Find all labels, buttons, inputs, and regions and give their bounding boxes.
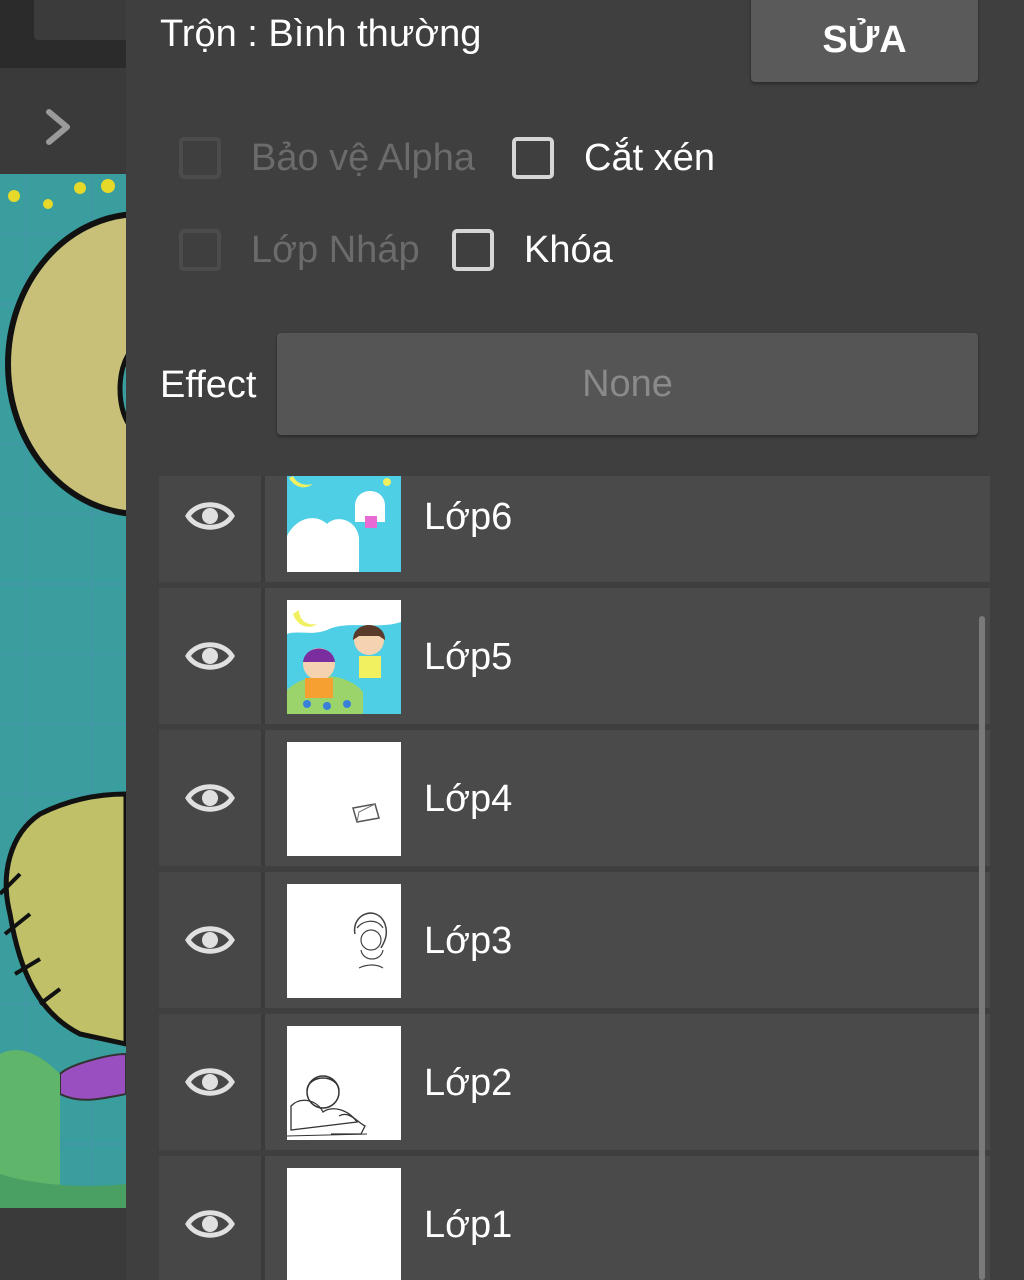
layer-thumbnail — [287, 1026, 401, 1140]
eye-icon[interactable] — [185, 1062, 235, 1102]
layer-row[interactable]: Lớp5 — [159, 588, 990, 724]
layer-name: Lớp2 — [424, 1062, 513, 1104]
lock-label[interactable]: Khóa — [524, 229, 613, 272]
edit-button[interactable]: SỬA — [751, 0, 978, 82]
draft-layer-option: Lớp Nháp — [179, 224, 420, 276]
layer-name: Lớp6 — [424, 496, 513, 538]
draft-layer-label: Lớp Nháp — [251, 228, 420, 271]
layer-name: Lớp4 — [424, 778, 513, 820]
row-divider — [261, 1156, 265, 1280]
eye-icon[interactable] — [185, 778, 235, 818]
layer-thumbnail — [287, 476, 401, 572]
toolbar-tab[interactable] — [34, 0, 126, 40]
canvas-area[interactable] — [0, 0, 126, 1280]
layer-list[interactable]: Lớp6 Lớp5 Lớp4 Lớp3 Lớp2 Lớp1 — [159, 476, 990, 1280]
eye-icon[interactable] — [185, 636, 235, 676]
lock-option[interactable]: Khóa — [452, 224, 613, 276]
layer-thumbnail — [287, 884, 401, 998]
row-divider — [261, 872, 265, 1008]
alpha-protect-option: Bảo vệ Alpha — [179, 132, 475, 184]
layer-thumbnail — [287, 600, 401, 714]
row-divider — [261, 1014, 265, 1150]
layer-panel: Trộn : Bình thường SỬA Bảo vệ Alpha Cắt … — [126, 0, 1024, 1280]
eye-icon[interactable] — [185, 496, 235, 536]
alpha-protect-label: Bảo vệ Alpha — [251, 136, 475, 179]
bottom-toolbar — [0, 1208, 126, 1280]
effect-select-button[interactable]: None — [277, 333, 978, 435]
layer-row[interactable]: Lớp6 — [159, 476, 990, 582]
clipping-option[interactable]: Cắt xén — [512, 132, 715, 184]
layer-row[interactable]: Lớp3 — [159, 872, 990, 1008]
layer-thumbnail — [287, 742, 401, 856]
alpha-protect-checkbox — [179, 137, 221, 179]
layer-name: Lớp3 — [424, 920, 513, 962]
row-divider — [261, 476, 265, 582]
layer-list-scrollbar[interactable] — [979, 616, 985, 1280]
effect-label: Effect — [160, 364, 257, 406]
lock-checkbox[interactable] — [452, 229, 494, 271]
layer-row[interactable]: Lớp1 — [159, 1156, 990, 1280]
blend-mode-label[interactable]: Trộn : Bình thường — [160, 12, 481, 56]
layer-row[interactable]: Lớp2 — [159, 1014, 990, 1150]
layer-thumbnail — [287, 1168, 401, 1280]
row-divider — [261, 588, 265, 724]
clipping-label[interactable]: Cắt xén — [584, 137, 715, 180]
canvas-artwork[interactable] — [0, 174, 126, 1208]
top-toolbar — [0, 0, 126, 68]
eye-icon[interactable] — [185, 920, 235, 960]
chevron-right-icon[interactable] — [40, 104, 76, 150]
layer-row[interactable]: Lớp4 — [159, 730, 990, 866]
eye-icon[interactable] — [185, 1204, 235, 1244]
layer-name: Lớp1 — [424, 1204, 513, 1246]
clipping-checkbox[interactable] — [512, 137, 554, 179]
draft-layer-checkbox — [179, 229, 221, 271]
layer-name: Lớp5 — [424, 636, 513, 678]
row-divider — [261, 730, 265, 866]
